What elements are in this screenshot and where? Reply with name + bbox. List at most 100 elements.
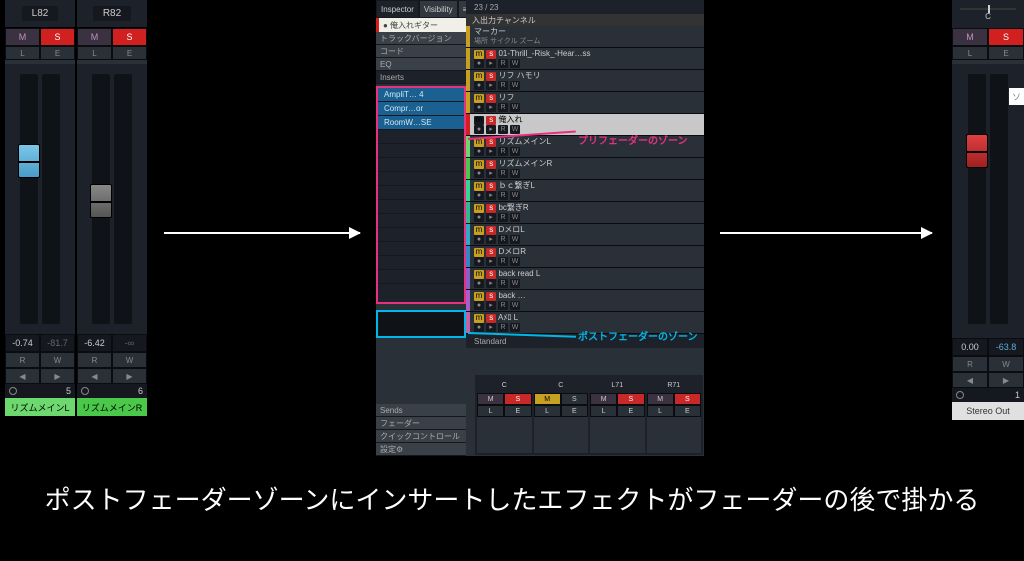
prev-icon[interactable]: ◀: [952, 372, 988, 388]
track-solo-icon[interactable]: s: [486, 182, 496, 191]
fader[interactable]: [92, 74, 110, 324]
section-inserts[interactable]: Inserts: [376, 71, 466, 84]
mini-mute[interactable]: M: [647, 393, 674, 405]
link-icon[interactable]: [956, 391, 964, 399]
track-solo-icon[interactable]: s: [486, 72, 496, 81]
write-button[interactable]: W: [112, 352, 147, 368]
mini-edit[interactable]: E: [504, 405, 531, 417]
mini-mute[interactable]: M: [590, 393, 617, 405]
track-row[interactable]: m s DメロL●▸RW: [466, 224, 704, 246]
next-icon[interactable]: ▶: [40, 368, 75, 384]
next-icon[interactable]: ▶: [112, 368, 147, 384]
link-icon[interactable]: [9, 387, 17, 395]
section-track-version[interactable]: トラックバージョン: [376, 32, 466, 45]
track-mute-icon[interactable]: m: [474, 182, 484, 191]
read-button[interactable]: R: [5, 352, 40, 368]
track-row[interactable]: m s リズムメインR●▸RW: [466, 158, 704, 180]
solo-button[interactable]: S: [40, 28, 75, 46]
track-solo-icon[interactable]: s: [486, 116, 496, 125]
peak-value[interactable]: -∞: [112, 334, 147, 352]
fader[interactable]: [20, 74, 38, 324]
track-mute-icon[interactable]: m: [474, 116, 484, 125]
pan-display[interactable]: R82: [77, 0, 147, 28]
insert-slot[interactable]: AmpliT… 4: [378, 88, 464, 102]
track-solo-icon[interactable]: s: [486, 292, 496, 301]
track-mute-icon[interactable]: m: [474, 160, 484, 169]
edit-button[interactable]: E: [40, 46, 75, 60]
mini-mute[interactable]: M: [534, 393, 561, 405]
section-fader[interactable]: フェーダー: [376, 417, 466, 430]
solo-button[interactable]: S: [112, 28, 147, 46]
insert-slot[interactable]: RoomW…SE: [378, 116, 464, 130]
listen-button[interactable]: L: [77, 46, 112, 60]
insert-slot-empty[interactable]: [378, 130, 464, 144]
track-mute-icon[interactable]: m: [474, 72, 484, 81]
pan-display[interactable]: L82: [5, 0, 75, 28]
mini-listen[interactable]: L: [647, 405, 674, 417]
write-button[interactable]: W: [988, 356, 1024, 372]
track-mute-icon[interactable]: m: [474, 50, 484, 59]
fader-handle[interactable]: [90, 184, 112, 218]
fader-value[interactable]: -0.74: [5, 334, 40, 352]
insert-slot-empty[interactable]: [378, 214, 464, 228]
track-row[interactable]: m s DメロR●▸RW: [466, 246, 704, 268]
prev-icon[interactable]: ◀: [77, 368, 112, 384]
fader[interactable]: [968, 74, 986, 324]
insert-slot[interactable]: Compr…or: [378, 102, 464, 116]
track-mute-icon[interactable]: m: [474, 292, 484, 301]
insert-slot-empty[interactable]: [378, 256, 464, 270]
marker-track[interactable]: マーカー 場所 サイクル ズーム: [466, 26, 704, 48]
mute-button[interactable]: M: [952, 28, 988, 46]
insert-slot-empty[interactable]: [378, 172, 464, 186]
track-solo-icon[interactable]: s: [486, 248, 496, 257]
track-solo-icon[interactable]: s: [486, 226, 496, 235]
peak-value[interactable]: -63.8: [988, 338, 1024, 356]
section-quick-controls[interactable]: クイックコントロール: [376, 430, 466, 443]
track-row[interactable]: m s 01-Thrill_-Risk_-Hear…ss●▸RW: [466, 48, 704, 70]
insert-slot-empty[interactable]: [378, 228, 464, 242]
track-solo-icon[interactable]: s: [486, 50, 496, 59]
edit-button[interactable]: E: [112, 46, 147, 60]
section-sends[interactable]: Sends: [376, 404, 466, 417]
mini-solo[interactable]: S: [561, 393, 588, 405]
track-row[interactable]: m s back …●▸RW: [466, 290, 704, 312]
insert-slot-empty[interactable]: [378, 200, 464, 214]
section-eq[interactable]: EQ: [376, 58, 466, 71]
track-solo-icon[interactable]: s: [486, 204, 496, 213]
listen-button[interactable]: L: [952, 46, 988, 60]
fader-value[interactable]: 0.00: [952, 338, 988, 356]
edit-button[interactable]: E: [988, 46, 1024, 60]
fader-handle[interactable]: [18, 144, 40, 178]
section-settings[interactable]: 設定 ⚙: [376, 443, 466, 456]
track-solo-icon[interactable]: s: [486, 270, 496, 279]
track-row[interactable]: m s bc繋ぎR●▸RW: [466, 202, 704, 224]
track-row[interactable]: m s リフ●▸RW: [466, 92, 704, 114]
track-mute-icon[interactable]: m: [474, 314, 484, 323]
track-solo-icon[interactable]: s: [486, 138, 496, 147]
insert-slot-empty[interactable]: [378, 158, 464, 172]
track-mute-icon[interactable]: m: [474, 226, 484, 235]
mini-edit[interactable]: E: [617, 405, 644, 417]
track-mute-icon[interactable]: m: [474, 248, 484, 257]
solo-tab[interactable]: ソ: [1009, 88, 1024, 105]
mini-pan[interactable]: C: [477, 377, 532, 393]
tab-inspector[interactable]: Inspector: [376, 0, 419, 18]
mini-edit[interactable]: E: [561, 405, 588, 417]
mini-solo[interactable]: S: [504, 393, 531, 405]
insert-slot-empty[interactable]: [378, 270, 464, 284]
link-icon[interactable]: [81, 387, 89, 395]
write-button[interactable]: W: [40, 352, 75, 368]
mute-button[interactable]: M: [5, 28, 40, 46]
mini-pan[interactable]: R71: [647, 377, 702, 393]
mini-listen[interactable]: L: [534, 405, 561, 417]
next-icon[interactable]: ▶: [988, 372, 1024, 388]
track-name-label[interactable]: Stereo Out: [952, 402, 1024, 420]
track-mute-icon[interactable]: m: [474, 204, 484, 213]
listen-button[interactable]: L: [5, 46, 40, 60]
mini-solo[interactable]: S: [617, 393, 644, 405]
track-solo-icon[interactable]: s: [486, 314, 496, 323]
track-mute-icon[interactable]: m: [474, 94, 484, 103]
fader-handle[interactable]: [966, 134, 988, 168]
mini-mute[interactable]: M: [477, 393, 504, 405]
mini-edit[interactable]: E: [674, 405, 701, 417]
